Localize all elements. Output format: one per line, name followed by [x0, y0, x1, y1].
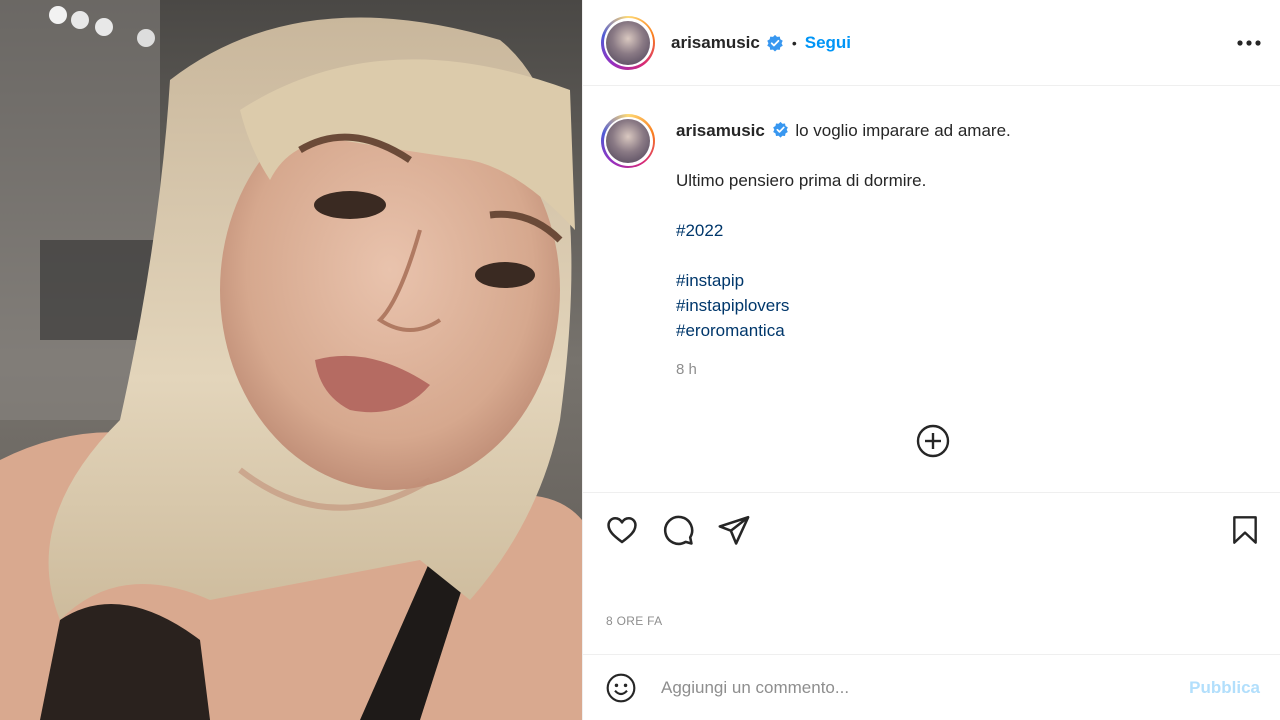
caption-username[interactable]: arisamusic: [676, 121, 765, 140]
hashtag-link[interactable]: #eroromantica: [676, 318, 1236, 343]
author-avatar[interactable]: [601, 15, 655, 70]
caption-line-2: Ultimo pensiero prima di dormire.: [676, 171, 927, 190]
comment-form: Pubblica: [583, 655, 1280, 720]
post-photo-illustration: [0, 0, 582, 720]
post-date[interactable]: 8 ORE FA: [606, 614, 662, 628]
post-side-panel: arisamusic • Segui arisamusic lo voglio …: [582, 0, 1280, 720]
caption-section: arisamusic lo voglio imparare ad amare. …: [583, 86, 1280, 493]
hashtag-link[interactable]: #instapiplovers: [676, 293, 1236, 318]
plus-circle-icon[interactable]: [916, 424, 950, 458]
comment-icon[interactable]: [661, 513, 695, 547]
caption-first-line: arisamusic lo voglio imparare ad amare.: [676, 118, 1236, 143]
avatar-image: [606, 20, 650, 65]
verified-badge-icon: [772, 121, 788, 138]
post-photo[interactable]: [0, 0, 582, 720]
separator-dot: •: [791, 34, 797, 51]
bookmark-icon[interactable]: [1229, 513, 1261, 547]
publish-button[interactable]: Pubblica: [1189, 678, 1260, 698]
caption-avatar-image: [606, 119, 650, 163]
author-username[interactable]: arisamusic: [671, 33, 760, 53]
hashtag-link[interactable]: #instapip: [676, 268, 1236, 293]
follow-button[interactable]: Segui: [805, 33, 851, 53]
caption-avatar[interactable]: [601, 114, 655, 168]
heart-icon[interactable]: [605, 513, 639, 547]
post-container: arisamusic • Segui arisamusic lo voglio …: [0, 0, 1280, 720]
comment-input[interactable]: [659, 676, 1190, 699]
caption-timestamp[interactable]: 8 h: [676, 357, 1236, 382]
verified-badge-icon: [767, 34, 783, 52]
share-icon[interactable]: [717, 513, 751, 547]
action-bar: 8 ORE FA: [583, 493, 1280, 655]
more-options-icon[interactable]: [1236, 38, 1262, 48]
caption-line-1: lo voglio imparare ad amare.: [795, 121, 1011, 140]
post-header: arisamusic • Segui: [583, 0, 1280, 86]
hashtag-link[interactable]: #2022: [676, 218, 1236, 243]
caption-text: arisamusic lo voglio imparare ad amare. …: [676, 118, 1236, 382]
emoji-icon[interactable]: [605, 672, 637, 704]
